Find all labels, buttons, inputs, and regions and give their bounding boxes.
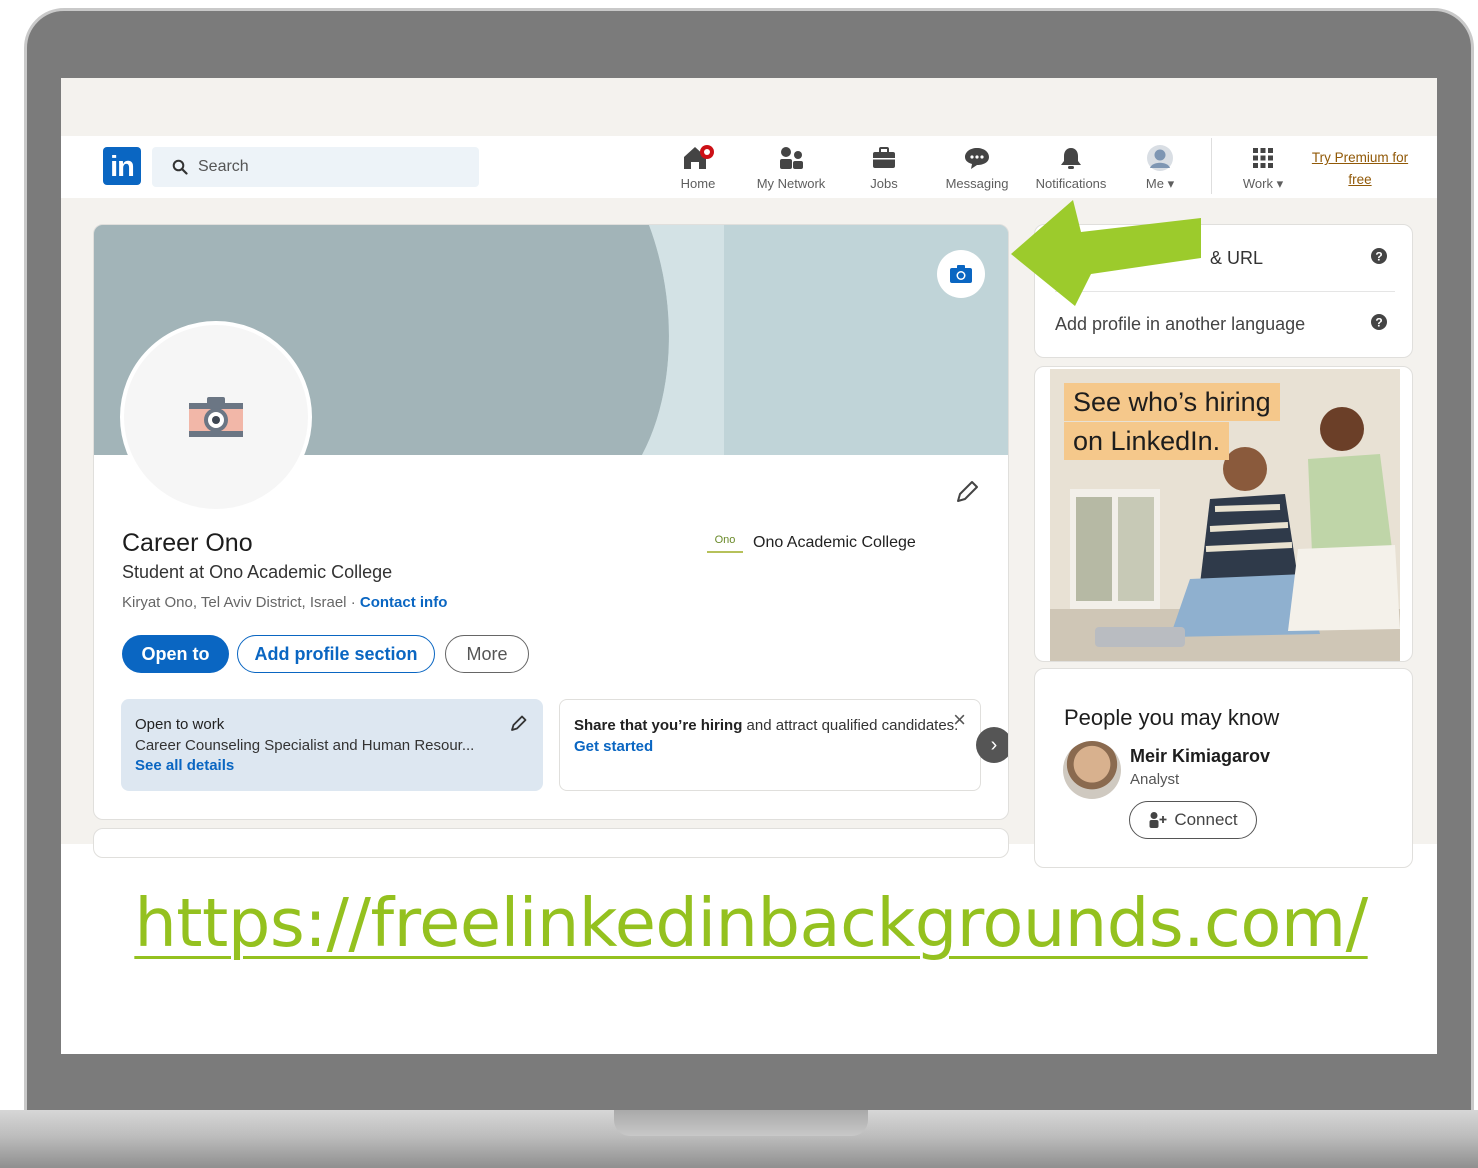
premium-line-1: Try Premium for xyxy=(1311,150,1409,165)
nav-notifications-label: Notifications xyxy=(1035,176,1107,191)
nav-home-label: Home xyxy=(680,176,716,191)
top-navigation: in Home xyxy=(61,136,1437,198)
person-role: Analyst xyxy=(1130,771,1180,788)
green-arrow-annotation xyxy=(1011,200,1201,306)
add-profile-section-button[interactable]: Add profile section xyxy=(237,635,435,673)
laptop-screen: in Home xyxy=(61,78,1437,1054)
briefcase-icon xyxy=(873,147,895,168)
see-all-details-link[interactable]: See all details xyxy=(135,756,529,777)
search-box[interactable] xyxy=(152,147,479,187)
nav-messaging[interactable]: Messaging xyxy=(941,144,1013,194)
grid-icon xyxy=(1253,148,1273,168)
location-separator: · xyxy=(346,594,360,611)
nav-messaging-label: Messaging xyxy=(945,176,1009,191)
next-card-edge xyxy=(93,828,1009,858)
network-icon xyxy=(780,147,803,169)
profile-location-row: Kiryat Ono, Tel Aviv District, Israel · … xyxy=(122,594,447,611)
share-hiring-card[interactable]: Share that you’re hiring and attract qua… xyxy=(559,699,981,791)
nav-my-network-label: My Network xyxy=(756,176,826,191)
profile-location: Kiryat Ono, Tel Aviv District, Israel xyxy=(122,594,347,611)
ad-photo: See who’s hiring on LinkedIn. xyxy=(1050,369,1400,661)
contact-info-link[interactable]: Contact info xyxy=(360,594,448,611)
edit-intro-button[interactable] xyxy=(952,477,982,507)
close-icon[interactable]: × xyxy=(953,709,966,731)
camera-icon xyxy=(950,265,972,283)
pencil-icon xyxy=(957,481,978,502)
profile-headline: Student at Ono Academic College xyxy=(122,562,393,582)
profile-name: Career Ono xyxy=(122,529,253,557)
school-entry[interactable]: Ono Ono Academic College xyxy=(707,533,916,553)
profile-card: Career Ono Student at Ono Academic Colle… xyxy=(93,224,1009,820)
people-you-may-know-card: People you may know Meir Kimiagarov Anal… xyxy=(1034,668,1413,868)
linkedin-logo[interactable]: in xyxy=(103,147,141,185)
nav-work[interactable]: Work ▾ xyxy=(1231,144,1295,194)
pymk-title: People you may know xyxy=(1064,705,1280,730)
get-started-link[interactable]: Get started xyxy=(574,737,966,758)
help-icon[interactable]: ? xyxy=(1370,313,1388,331)
nav-jobs-label: Jobs xyxy=(870,176,898,191)
nav-my-network[interactable]: My Network xyxy=(749,144,833,194)
nav-notifications[interactable]: Notifications xyxy=(1029,144,1113,194)
nav-jobs[interactable]: Jobs xyxy=(859,144,909,194)
svg-text:?: ? xyxy=(1375,316,1382,330)
linkedin-page: in Home xyxy=(61,78,1437,868)
add-language-profile-link[interactable]: Add profile in another language xyxy=(1055,314,1305,335)
person-avatar[interactable] xyxy=(1063,741,1121,799)
bell-icon xyxy=(1061,148,1081,169)
avatar-icon xyxy=(1147,145,1173,171)
school-name: Ono Academic College xyxy=(753,534,916,551)
nav-work-label: Work ▾ xyxy=(1242,176,1284,191)
open-to-work-card[interactable]: Open to work Career Counseling Specialis… xyxy=(121,699,543,791)
help-icon[interactable]: ? xyxy=(1370,247,1388,265)
ad-headline-line-2: on LinkedIn. xyxy=(1064,422,1230,460)
connect-label: Connect xyxy=(1174,810,1238,829)
open-to-work-title: Open to work xyxy=(135,716,225,733)
add-person-icon xyxy=(1149,812,1167,828)
try-premium-link[interactable]: Try Premium for free xyxy=(1304,147,1416,191)
school-logo: Ono xyxy=(707,533,743,553)
open-to-work-roles: Career Counseling Specialist and Human R… xyxy=(135,736,475,754)
hiring-text-bold: Share that you’re hiring xyxy=(574,717,743,734)
add-photo-camera-icon xyxy=(189,397,243,437)
connect-button[interactable]: Connect xyxy=(1129,801,1257,839)
nav-me[interactable]: Me ▾ xyxy=(1135,144,1185,194)
ad-headline-line-1: See who’s hiring xyxy=(1064,383,1280,421)
open-to-button[interactable]: Open to xyxy=(122,635,229,673)
message-icon xyxy=(965,148,989,169)
website-url-caption[interactable]: https://freelinkedinbackgrounds.com/ xyxy=(81,884,1421,962)
hiring-ad[interactable]: See who’s hiring on LinkedIn. xyxy=(1034,366,1413,662)
more-button[interactable]: More xyxy=(445,635,529,673)
profile-photo[interactable] xyxy=(120,321,312,513)
home-icon xyxy=(684,145,714,169)
search-input[interactable] xyxy=(198,158,448,176)
edit-url-link[interactable]: & URL xyxy=(1210,248,1263,269)
nav-me-label: Me ▾ xyxy=(1145,176,1175,191)
hiring-text-rest: and attract qualified candidates. xyxy=(742,717,959,734)
pencil-icon[interactable] xyxy=(509,713,529,733)
person-name[interactable]: Meir Kimiagarov xyxy=(1130,746,1270,767)
chevron-right-icon[interactable]: › xyxy=(976,727,1008,763)
hiring-text: Share that you’re hiring and attract qua… xyxy=(574,716,966,737)
nav-home[interactable]: Home xyxy=(673,144,723,194)
edit-background-button[interactable] xyxy=(937,250,985,298)
premium-line-2: free xyxy=(1348,172,1372,187)
svg-text:?: ? xyxy=(1375,250,1382,264)
laptop-notch xyxy=(614,1110,868,1136)
nav-divider xyxy=(1211,138,1212,194)
search-icon xyxy=(172,159,188,175)
